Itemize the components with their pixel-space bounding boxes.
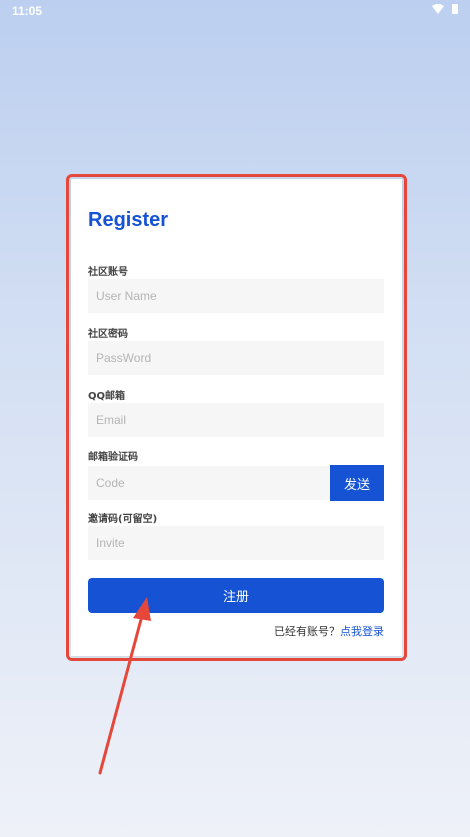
register-button[interactable]: 注册 xyxy=(88,578,384,613)
login-prompt: 已经有账号？点我登录 xyxy=(274,623,384,639)
password-input[interactable] xyxy=(88,341,384,375)
page-title: Register xyxy=(88,209,169,231)
login-link[interactable]: 点我登录 xyxy=(340,625,384,638)
invite-label: 邀请码(可留空) xyxy=(88,514,158,525)
status-time: 11:05 xyxy=(12,4,43,18)
invite-input[interactable] xyxy=(88,526,384,560)
email-input[interactable] xyxy=(88,403,384,437)
status-bar: 11:05 xyxy=(0,0,470,22)
code-label: 邮箱验证码 xyxy=(88,452,138,463)
username-input[interactable] xyxy=(88,279,384,313)
battery-icon xyxy=(452,4,458,14)
register-card: Register 社区账号 社区密码 QQ邮箱 邮箱验证码 发送 邀请码(可留空… xyxy=(71,179,402,656)
wifi-icon xyxy=(432,4,444,14)
username-label: 社区账号 xyxy=(88,267,128,278)
status-icons xyxy=(432,4,458,14)
email-label: QQ邮箱 xyxy=(88,391,126,402)
code-input[interactable] xyxy=(88,466,330,500)
password-label: 社区密码 xyxy=(88,329,128,340)
send-code-button[interactable]: 发送 xyxy=(330,465,384,501)
have-account-text: 已经有账号？ xyxy=(274,625,340,638)
